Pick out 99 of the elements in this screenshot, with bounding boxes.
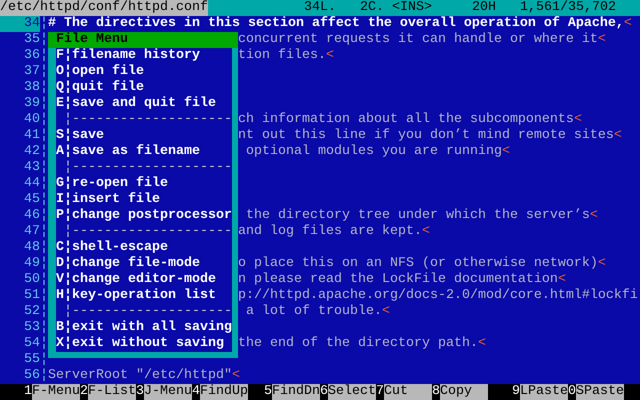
line-end-mark: < bbox=[326, 48, 334, 64]
line-number: 56 bbox=[23, 368, 40, 384]
menu-separator: ¦-------------------- bbox=[63, 224, 232, 240]
gutter-mark: ¦ bbox=[40, 16, 48, 32]
menu-item[interactable]: G¦re-open file bbox=[56, 176, 232, 192]
line-number: 53 bbox=[23, 320, 40, 336]
line-number: 50 bbox=[23, 272, 40, 288]
line-end-mark: < bbox=[502, 144, 510, 160]
gutter-mark: ¦ bbox=[40, 96, 48, 112]
menu-item[interactable]: H¦key-operation list bbox=[56, 288, 232, 304]
line-number: 43 bbox=[23, 160, 40, 176]
line-number: 42 bbox=[23, 144, 40, 160]
line-number: 51 bbox=[23, 288, 40, 304]
line-number: 47 bbox=[23, 224, 40, 240]
gutter-mark: ¦ bbox=[40, 160, 48, 176]
menu-item[interactable]: E¦save and quit file bbox=[56, 96, 232, 112]
line-number: 54 bbox=[23, 336, 40, 352]
menu-item[interactable]: F¦filename history bbox=[56, 48, 232, 64]
file-path: /etc/httpd/conf/httpd.conf bbox=[0, 0, 208, 16]
line-number: 41 bbox=[23, 128, 40, 144]
gutter-mark: ¦ bbox=[40, 32, 48, 48]
gutter-mark: ¦ bbox=[40, 192, 48, 208]
line-number: 52 bbox=[23, 304, 40, 320]
menu-separator: ¦-------------------- bbox=[63, 160, 232, 176]
gutter-mark: ¦ bbox=[40, 304, 48, 320]
code-line: tion files. bbox=[238, 48, 326, 64]
line-end-mark: < bbox=[614, 128, 622, 144]
gutter-mark: ¦ bbox=[40, 272, 48, 288]
menu-item[interactable]: V¦change editor-mode bbox=[56, 272, 232, 288]
gutter-mark: ¦ bbox=[40, 240, 48, 256]
line-number: 40 bbox=[23, 112, 40, 128]
line-number: 39 bbox=[23, 96, 40, 112]
menu-item[interactable]: C¦shell-escape bbox=[56, 240, 232, 256]
code-line: the directory tree under which the server’s bbox=[244, 208, 590, 224]
status-field: 34L. bbox=[304, 0, 336, 16]
code-line: the end of the directory path. bbox=[238, 336, 478, 352]
code-line: # The directives in this section affect the overall operation of Apache, bbox=[48, 16, 624, 32]
code-line: o place this on an NFS (or otherwise network) bbox=[238, 256, 598, 272]
line-number: 55 bbox=[23, 352, 40, 368]
gutter-mark: ¦ bbox=[40, 112, 48, 128]
gutter-mark: ¦ bbox=[40, 368, 48, 384]
menu-item[interactable]: B¦exit with all saving bbox=[56, 320, 232, 336]
menu-item[interactable]: P¦change postprocessor bbox=[56, 208, 232, 224]
code-line: n please read the LockFile documentation bbox=[238, 272, 558, 288]
code-line: optional modules you are running bbox=[244, 144, 502, 160]
menu-item[interactable]: X¦exit without saving bbox=[56, 336, 232, 352]
line-end-mark: < bbox=[478, 336, 486, 352]
code-line: and log files are kept. bbox=[238, 224, 422, 240]
line-end-mark: < bbox=[624, 16, 632, 32]
line-end-mark: < bbox=[590, 208, 598, 224]
line-number: 37 bbox=[23, 64, 40, 80]
menu-item[interactable]: I¦insert file bbox=[56, 192, 232, 208]
line-number: 36 bbox=[23, 48, 40, 64]
gutter-mark: ¦ bbox=[40, 176, 48, 192]
line-end-mark: < bbox=[598, 32, 606, 48]
menu-separator: ¦-------------------- bbox=[63, 112, 232, 128]
line-number: 45 bbox=[23, 192, 40, 208]
menu-item[interactable]: O¦open file bbox=[56, 64, 232, 80]
line-number: 44 bbox=[23, 176, 40, 192]
code-line: p://httpd.apache.org/docs-2.0/mod/core.html#lockfi bbox=[238, 288, 638, 304]
line-end-mark: < bbox=[232, 368, 240, 384]
menu-item[interactable]: Q¦quit file bbox=[56, 80, 232, 96]
code-line: concurrent requests it can handle or where it bbox=[238, 32, 598, 48]
menu-item[interactable]: A¦save as filename bbox=[56, 144, 232, 160]
menu-separator: ¦-------------------- bbox=[63, 304, 232, 320]
code-line: nt out this line if you don’t mind remote sites bbox=[238, 128, 614, 144]
gutter-mark: ¦ bbox=[40, 208, 48, 224]
status-field: 2C. bbox=[360, 0, 384, 16]
status-field: 1,561/35,702 bbox=[520, 0, 616, 16]
line-end-mark: < bbox=[574, 112, 582, 128]
gutter-mark: ¦ bbox=[40, 320, 48, 336]
gutter-mark: ¦ bbox=[40, 224, 48, 240]
line-number: 34 bbox=[0, 16, 40, 32]
status-field: <INS> bbox=[392, 0, 432, 16]
line-end-mark: < bbox=[558, 272, 566, 288]
code-line: a lot of trouble. bbox=[244, 304, 382, 320]
line-number: 46 bbox=[23, 208, 40, 224]
line-number: 48 bbox=[23, 240, 40, 256]
menu-item[interactable]: S¦save bbox=[56, 128, 232, 144]
gutter-mark: ¦ bbox=[40, 336, 48, 352]
code-line: ch information about all the subcomponents bbox=[238, 112, 574, 128]
line-end-mark: < bbox=[598, 256, 606, 272]
line-end-mark: < bbox=[382, 304, 390, 320]
status-field: 20H bbox=[472, 0, 496, 16]
line-number: 38 bbox=[23, 80, 40, 96]
gutter-mark: ¦ bbox=[40, 256, 48, 272]
gutter-mark: ¦ bbox=[40, 80, 48, 96]
gutter-mark: ¦ bbox=[40, 64, 48, 80]
gutter-mark: ¦ bbox=[40, 128, 48, 144]
line-number: 35 bbox=[23, 32, 40, 48]
menu-title: File Menu bbox=[48, 32, 238, 48]
gutter-mark: ¦ bbox=[40, 288, 48, 304]
gutter-mark: ¦ bbox=[40, 352, 48, 368]
gutter-mark: ¦ bbox=[40, 144, 48, 160]
menu-item[interactable]: D¦change file-mode bbox=[56, 256, 232, 272]
line-end-mark: < bbox=[422, 224, 430, 240]
code-line: ServerRoot "/etc/httpd" bbox=[48, 368, 232, 384]
gutter-mark: ¦ bbox=[40, 48, 48, 64]
line-number: 49 bbox=[23, 256, 40, 272]
